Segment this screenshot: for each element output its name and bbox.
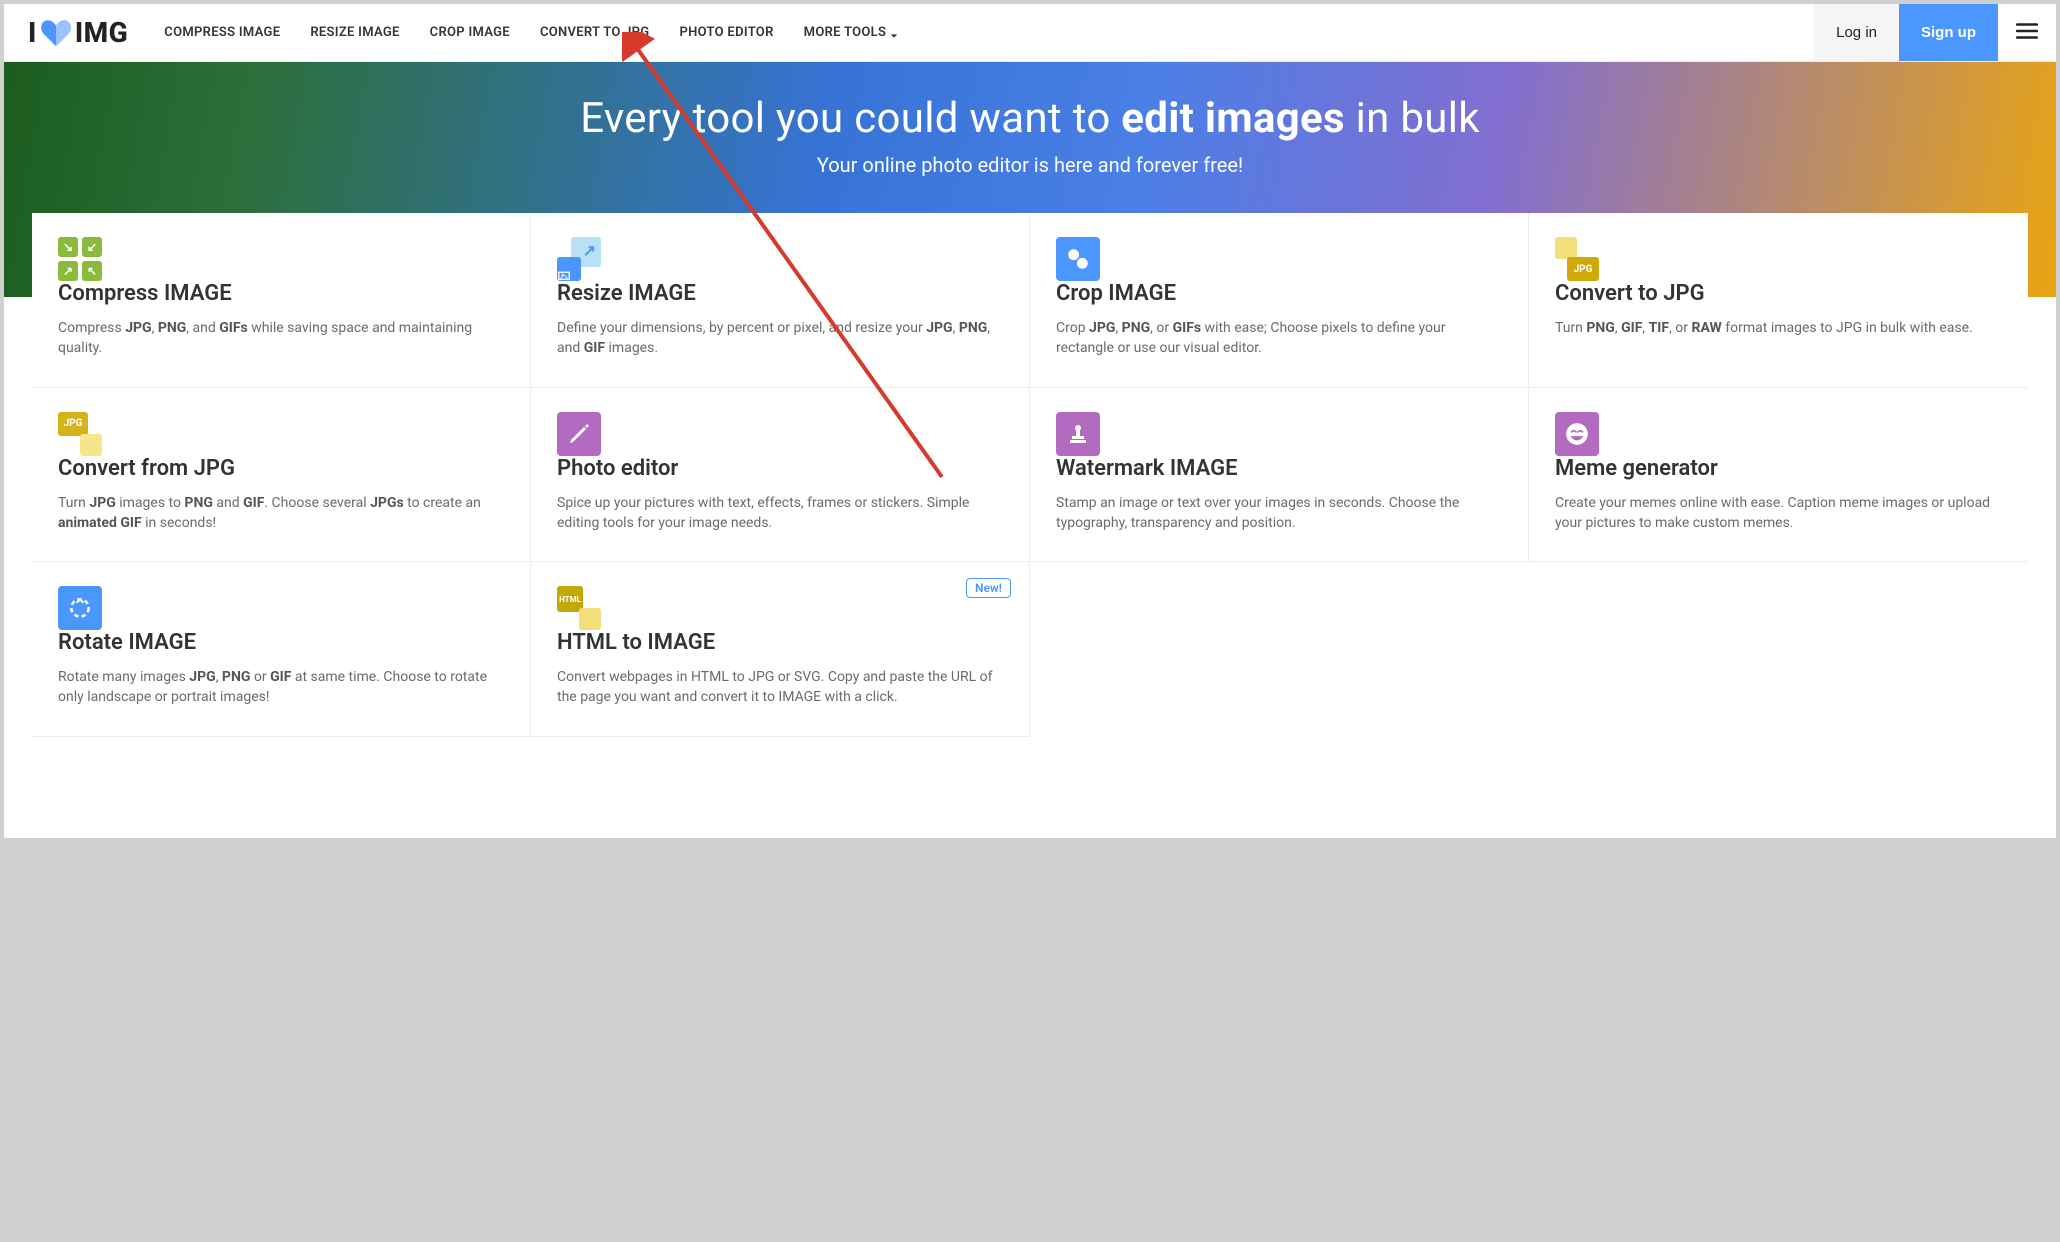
nav-compress[interactable]: COMPRESS IMAGE bbox=[164, 25, 280, 40]
meme-icon bbox=[1555, 412, 1599, 456]
signup-button[interactable]: Sign up bbox=[1899, 4, 1998, 61]
topbar-right: Log in Sign up bbox=[1814, 4, 2056, 61]
card-title: Rotate IMAGE bbox=[58, 630, 504, 655]
html-to-image-icon: HTML bbox=[557, 586, 601, 630]
card-convert-from-jpg[interactable]: JPG Convert from JPG Turn JPG images to … bbox=[32, 388, 531, 563]
card-desc: Convert webpages in HTML to JPG or SVG. … bbox=[557, 667, 1003, 708]
card-title: Resize IMAGE bbox=[557, 281, 1003, 306]
compress-icon: ↘↙↗↖ bbox=[58, 237, 102, 281]
card-title: Photo editor bbox=[557, 456, 1003, 481]
convert-to-jpg-icon: JPG bbox=[1555, 237, 1599, 281]
card-photo-editor[interactable]: Photo editor Spice up your pictures with… bbox=[531, 388, 1030, 563]
card-desc: Define your dimensions, by percent or pi… bbox=[557, 318, 1003, 359]
logo[interactable]: I IMG bbox=[28, 16, 128, 49]
nav-resize[interactable]: RESIZE IMAGE bbox=[310, 25, 399, 40]
card-title: Meme generator bbox=[1555, 456, 2002, 481]
rotate-icon bbox=[58, 586, 102, 630]
card-desc: Create your memes online with ease. Capt… bbox=[1555, 493, 2002, 534]
pencil-icon bbox=[557, 412, 601, 456]
card-title: Convert from JPG bbox=[58, 456, 504, 481]
chevron-down-icon bbox=[890, 29, 898, 37]
nav-links: COMPRESS IMAGE RESIZE IMAGE CROP IMAGE C… bbox=[164, 25, 1814, 40]
card-html-to-image[interactable]: New! HTML HTML to IMAGE Convert webpages… bbox=[531, 562, 1030, 737]
heart-icon bbox=[41, 20, 71, 46]
card-title: Watermark IMAGE bbox=[1056, 456, 1502, 481]
nav-crop[interactable]: CROP IMAGE bbox=[430, 25, 510, 40]
card-resize-image[interactable]: ↗ Resize IMAGE Define your dimensions, b… bbox=[531, 213, 1030, 388]
topbar: I IMG COMPRESS IMAGE RESIZE IMAGE CROP I… bbox=[4, 4, 2056, 62]
logo-prefix: I bbox=[28, 16, 37, 49]
card-watermark-image[interactable]: Watermark IMAGE Stamp an image or text o… bbox=[1030, 388, 1529, 563]
nav-photo-editor[interactable]: PHOTO EDITOR bbox=[679, 25, 773, 40]
card-title: HTML to IMAGE bbox=[557, 630, 1003, 655]
card-desc: Crop JPG, PNG, or GIFs with ease; Choose… bbox=[1056, 318, 1502, 359]
card-title: Convert to JPG bbox=[1555, 281, 2002, 306]
card-desc: Compress JPG, PNG, and GIFs while saving… bbox=[58, 318, 504, 359]
menu-button[interactable] bbox=[1998, 4, 2056, 61]
card-convert-to-jpg[interactable]: JPG Convert to JPG Turn PNG, GIF, TIF, o… bbox=[1529, 213, 2028, 388]
new-badge: New! bbox=[966, 578, 1011, 598]
card-desc: Turn JPG images to PNG and GIF. Choose s… bbox=[58, 493, 504, 534]
card-desc: Rotate many images JPG, PNG or GIF at sa… bbox=[58, 667, 504, 708]
hero-subtitle: Your online photo editor is here and for… bbox=[24, 153, 2036, 177]
card-crop-image[interactable]: Crop IMAGE Crop JPG, PNG, or GIFs with e… bbox=[1030, 213, 1529, 388]
empty-cell bbox=[1030, 562, 1529, 737]
card-desc: Turn PNG, GIF, TIF, or RAW format images… bbox=[1555, 318, 2002, 338]
card-rotate-image[interactable]: Rotate IMAGE Rotate many images JPG, PNG… bbox=[32, 562, 531, 737]
logo-suffix: IMG bbox=[75, 16, 128, 49]
convert-from-jpg-icon: JPG bbox=[58, 412, 102, 456]
empty-cell bbox=[1529, 562, 2028, 737]
hamburger-icon bbox=[2014, 18, 2040, 48]
card-title: Crop IMAGE bbox=[1056, 281, 1502, 306]
login-button[interactable]: Log in bbox=[1814, 4, 1899, 61]
nav-more-tools[interactable]: MORE TOOLS bbox=[804, 25, 899, 40]
resize-icon: ↗ bbox=[557, 237, 601, 281]
tool-grid: ↘↙↗↖ Compress IMAGE Compress JPG, PNG, a… bbox=[32, 213, 2028, 737]
card-meme-generator[interactable]: Meme generator Create your memes online … bbox=[1529, 388, 2028, 563]
crop-icon bbox=[1056, 237, 1100, 281]
card-compress-image[interactable]: ↘↙↗↖ Compress IMAGE Compress JPG, PNG, a… bbox=[32, 213, 531, 388]
card-title: Compress IMAGE bbox=[58, 281, 504, 306]
card-desc: Spice up your pictures with text, effect… bbox=[557, 493, 1003, 534]
hero-title: Every tool you could want to edit images… bbox=[24, 94, 2036, 143]
card-desc: Stamp an image or text over your images … bbox=[1056, 493, 1502, 534]
stamp-icon bbox=[1056, 412, 1100, 456]
nav-convert-to-jpg[interactable]: CONVERT TO JPG bbox=[540, 25, 650, 40]
